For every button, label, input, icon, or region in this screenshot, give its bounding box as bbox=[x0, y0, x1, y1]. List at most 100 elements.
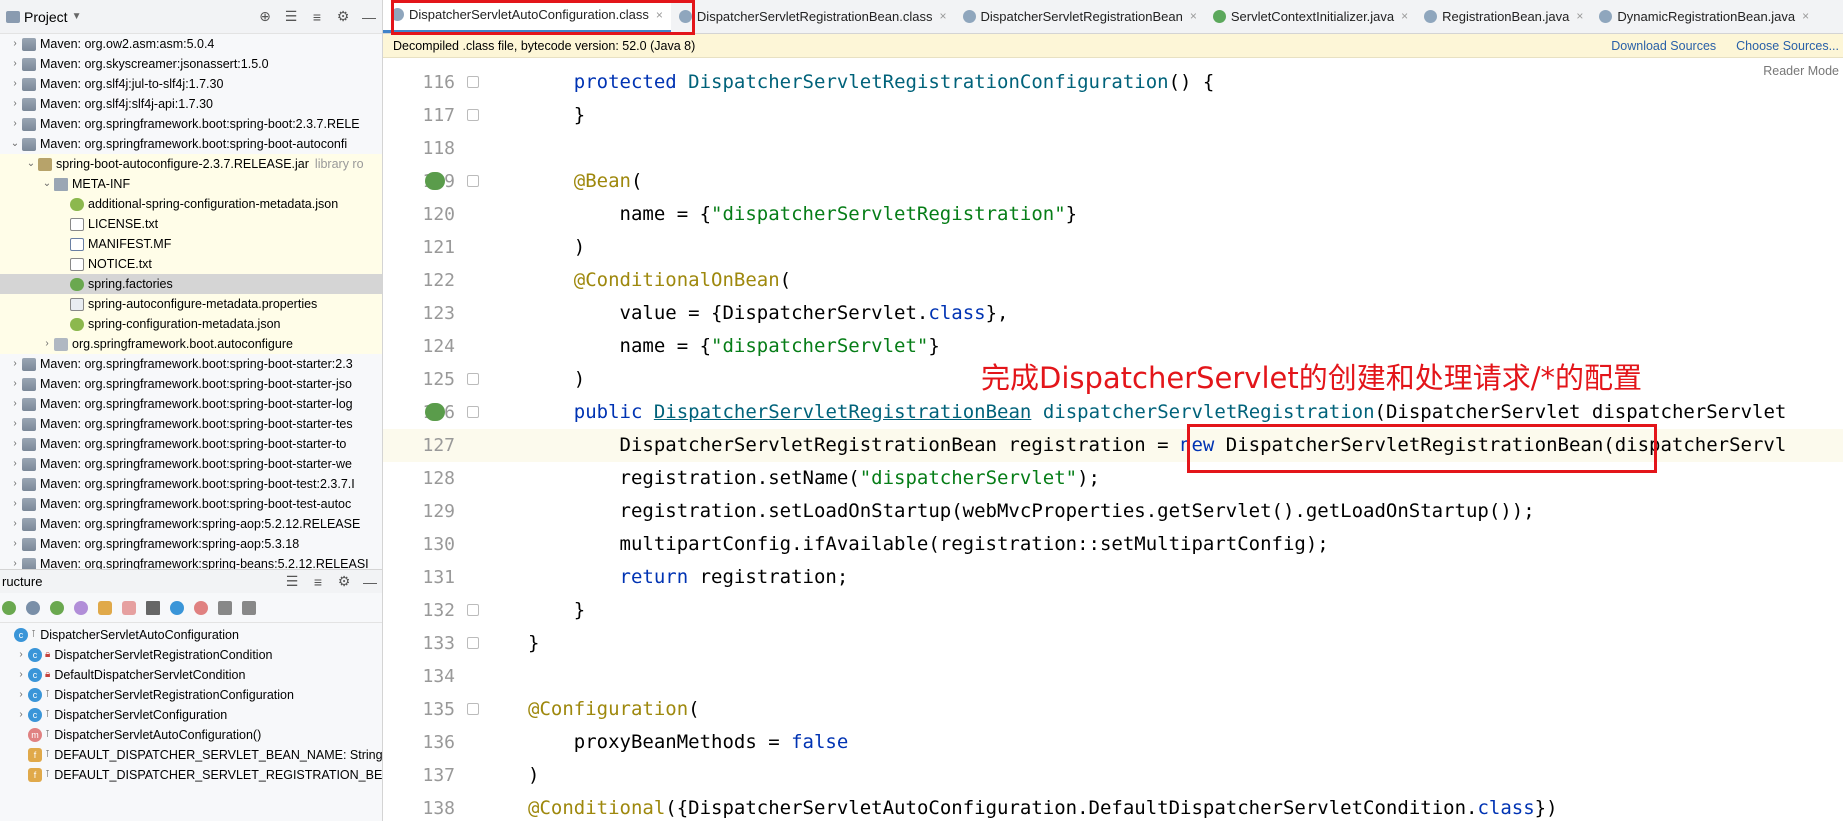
expand-arrow-icon[interactable]: ⌄ bbox=[8, 134, 22, 154]
project-tree-row[interactable]: › Maven: org.springframework.boot:spring-… bbox=[0, 394, 382, 414]
gear-icon[interactable]: ⚙ bbox=[336, 8, 350, 25]
fold-icon[interactable] bbox=[467, 406, 479, 418]
show-inherited-icon[interactable] bbox=[50, 600, 64, 615]
code-line[interactable]: 119 @Bean( bbox=[383, 165, 1843, 198]
code-line[interactable]: 134 bbox=[383, 660, 1843, 693]
expand-arrow-icon[interactable]: ⌄ bbox=[24, 154, 38, 174]
sort-alpha-icon[interactable] bbox=[26, 600, 40, 615]
close-icon[interactable]: × bbox=[1401, 9, 1408, 23]
autoscroll-to-source-icon[interactable] bbox=[218, 600, 232, 615]
expand-arrow-icon[interactable]: ⌄ bbox=[40, 174, 54, 194]
project-tree-row[interactable]: ⌄ META-INF bbox=[0, 174, 382, 194]
structure-item[interactable]: f ⊺ DEFAULT_DISPATCHER_SERVLET_BEAN_NAME: … bbox=[0, 745, 382, 765]
expand-arrow-icon[interactable]: › bbox=[14, 665, 28, 685]
project-tree-row[interactable]: › Maven: org.ow2.asm:asm:5.0.4 bbox=[0, 34, 382, 54]
sort-visibility-icon[interactable] bbox=[2, 600, 16, 615]
project-tree-row[interactable]: › Maven: org.springframework:spring-beans… bbox=[0, 554, 382, 569]
close-icon[interactable]: × bbox=[1190, 9, 1197, 23]
structure-item[interactable]: › c 🔒︎ DefaultDispatcherServletCondition bbox=[0, 665, 382, 685]
expand-arrow-icon[interactable]: › bbox=[8, 494, 22, 514]
project-dropdown[interactable]: Project ▼ bbox=[6, 9, 81, 25]
autoscroll-from-source-icon[interactable] bbox=[242, 600, 256, 615]
download-sources-link[interactable]: Download Sources bbox=[1611, 39, 1716, 53]
fold-icon[interactable] bbox=[467, 76, 479, 88]
project-tree-row[interactable]: › Maven: org.skyscreamer:jsonassert:1.5.0 bbox=[0, 54, 382, 74]
expand-arrow-icon[interactable]: › bbox=[40, 334, 54, 354]
structure-item[interactable]: › c ⊺ DispatcherServletRegistrationConfigur… bbox=[0, 685, 382, 705]
collapse-all-icon[interactable]: ≡ bbox=[311, 574, 325, 590]
show-properties-icon[interactable] bbox=[74, 600, 88, 615]
project-tree-row[interactable]: › Maven: org.springframework.boot:spring-… bbox=[0, 494, 382, 514]
code-line[interactable]: 122 @ConditionalOnBean( bbox=[383, 264, 1843, 297]
hide-icon[interactable]: — bbox=[363, 574, 377, 590]
structure-item[interactable]: › c 🔒︎ DispatcherServletRegistrationConditi… bbox=[0, 645, 382, 665]
code-line[interactable]: 130 multipartConfig.ifAvailable(registra… bbox=[383, 528, 1843, 561]
expand-arrow-icon[interactable]: › bbox=[8, 414, 22, 434]
expand-arrow-icon[interactable]: › bbox=[8, 454, 22, 474]
expand-arrow-icon[interactable]: › bbox=[8, 394, 22, 414]
expand-arrow-icon[interactable]: › bbox=[8, 534, 22, 554]
expand-arrow-icon[interactable]: › bbox=[14, 645, 28, 665]
fold-icon[interactable] bbox=[467, 109, 479, 121]
project-tree-row[interactable]: MANIFEST.MF bbox=[0, 234, 382, 254]
project-tree-row[interactable]: › org.springframework.boot.autoconfigure bbox=[0, 334, 382, 354]
fold-icon[interactable] bbox=[467, 604, 479, 616]
gear-icon[interactable]: ⚙ bbox=[337, 573, 351, 590]
fold-icon[interactable] bbox=[467, 373, 479, 385]
structure-item[interactable]: › c ⊺ DispatcherServletConfiguration bbox=[0, 705, 382, 725]
code-line[interactable]: 131 return registration; bbox=[383, 561, 1843, 594]
code-line[interactable]: 133} bbox=[383, 627, 1843, 660]
project-tree-row[interactable]: ⌄ Maven: org.springframework.boot:spring-… bbox=[0, 134, 382, 154]
code-line[interactable]: 116 protected DispatcherServletRegistrat… bbox=[383, 66, 1843, 99]
expand-arrow-icon[interactable]: › bbox=[8, 434, 22, 454]
close-icon[interactable]: × bbox=[939, 9, 946, 23]
show-lambdas-icon[interactable] bbox=[170, 600, 184, 615]
expand-arrow-icon[interactable]: › bbox=[8, 514, 22, 534]
expand-arrow-icon[interactable]: › bbox=[8, 354, 22, 374]
show-anonymous-icon[interactable] bbox=[146, 600, 160, 615]
project-tree-row[interactable]: › Maven: org.springframework.boot:spring-… bbox=[0, 374, 382, 394]
fold-icon[interactable] bbox=[467, 703, 479, 715]
project-tree-row[interactable]: spring-autoconfigure-metadata.properties bbox=[0, 294, 382, 314]
expand-arrow-icon[interactable]: › bbox=[8, 74, 22, 94]
expand-arrow-icon[interactable]: › bbox=[8, 114, 22, 134]
code-line[interactable]: 118 bbox=[383, 132, 1843, 165]
project-tree-row[interactable]: › Maven: org.springframework:spring-aop:5… bbox=[0, 514, 382, 534]
project-tree-row[interactable]: NOTICE.txt bbox=[0, 254, 382, 274]
structure-item[interactable]: m ⊺ DispatcherServletAutoConfiguration() bbox=[0, 725, 382, 745]
project-tree-row[interactable]: › Maven: org.springframework.boot:spring-… bbox=[0, 114, 382, 134]
code-line[interactable]: 129 registration.setLoadOnStartup(webMvc… bbox=[383, 495, 1843, 528]
editor-tab[interactable]: DispatcherServletRegistrationBean.class × bbox=[671, 0, 955, 33]
project-tree-row[interactable]: LICENSE.txt bbox=[0, 214, 382, 234]
expand-arrow-icon[interactable]: › bbox=[14, 685, 28, 705]
show-lambda-icon[interactable] bbox=[194, 600, 208, 615]
code-line[interactable]: 136 proxyBeanMethods = false bbox=[383, 726, 1843, 759]
close-icon[interactable]: × bbox=[1576, 9, 1583, 23]
expand-all-icon[interactable]: ☰ bbox=[285, 573, 299, 590]
project-tree-row[interactable]: › Maven: org.slf4j:jul-to-slf4j:1.7.30 bbox=[0, 74, 382, 94]
expand-arrow-icon[interactable]: › bbox=[8, 554, 22, 569]
spring-bean-gutter-icon[interactable] bbox=[425, 403, 445, 421]
code-line[interactable]: 123 value = {DispatcherServlet.class}, bbox=[383, 297, 1843, 330]
editor-tab[interactable]: DispatcherServletRegistrationBean × bbox=[955, 0, 1205, 33]
expand-arrow-icon[interactable]: › bbox=[14, 705, 28, 725]
show-non-public-icon[interactable] bbox=[122, 600, 136, 615]
project-tree-row[interactable]: › Maven: org.springframework.boot:spring-… bbox=[0, 354, 382, 374]
expand-arrow-icon[interactable]: › bbox=[8, 54, 22, 74]
code-line[interactable]: 120 name = {"dispatcherServletRegistrati… bbox=[383, 198, 1843, 231]
expand-arrow-icon[interactable]: › bbox=[8, 34, 22, 54]
project-tree-row[interactable]: › Maven: org.springframework.boot:spring-… bbox=[0, 454, 382, 474]
code-line[interactable]: 135 @Configuration( bbox=[383, 693, 1843, 726]
project-tree-row[interactable]: › Maven: org.springframework:spring-aop:5… bbox=[0, 534, 382, 554]
code-line[interactable]: 117 } bbox=[383, 99, 1843, 132]
structure-item[interactable]: c ⊺ DispatcherServletAutoConfiguration bbox=[0, 625, 382, 645]
hide-icon[interactable]: — bbox=[362, 9, 376, 25]
project-tree-row[interactable]: › Maven: org.slf4j:slf4j-api:1.7.30 bbox=[0, 94, 382, 114]
locate-icon[interactable]: ⊕ bbox=[258, 8, 272, 25]
code-line[interactable]: 132 } bbox=[383, 594, 1843, 627]
collapse-all-icon[interactable]: ≡ bbox=[310, 9, 324, 25]
expand-arrow-icon[interactable]: › bbox=[8, 374, 22, 394]
project-tree-row[interactable]: › Maven: org.springframework.boot:spring-… bbox=[0, 434, 382, 454]
structure-item[interactable]: f ⊺ DEFAULT_DISPATCHER_SERVLET_REGISTRATIO… bbox=[0, 765, 382, 785]
project-tree-row[interactable]: additional-spring-configuration-metadata… bbox=[0, 194, 382, 214]
